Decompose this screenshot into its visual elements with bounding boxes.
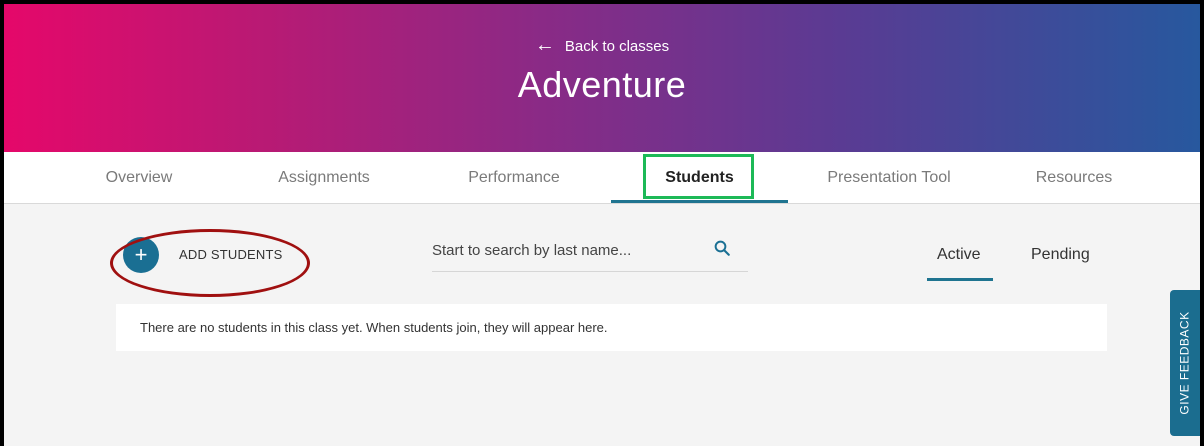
tab-active-students[interactable]: Active xyxy=(937,246,981,264)
give-feedback-label: GIVE FEEDBACK xyxy=(1178,311,1193,415)
search-input[interactable] xyxy=(432,236,702,264)
tab-overview[interactable]: Overview xyxy=(74,152,204,204)
class-header-banner: ← Back to classes Adventure xyxy=(4,4,1200,152)
annotation-circle xyxy=(110,229,310,297)
tab-assignments[interactable]: Assignments xyxy=(249,152,399,204)
app-frame: ← Back to classes Adventure Overview Ass… xyxy=(0,0,1204,446)
active-status-indicator xyxy=(927,278,993,281)
empty-state-message: There are no students in this class yet.… xyxy=(116,304,1107,351)
students-panel: + ADD STUDENTS Active Pending There are … xyxy=(4,204,1200,446)
back-link-label: Back to classes xyxy=(564,37,670,55)
tab-presentation-tool[interactable]: Presentation Tool xyxy=(794,152,984,204)
tab-pending-students[interactable]: Pending xyxy=(1031,246,1090,264)
give-feedback-button[interactable]: GIVE FEEDBACK xyxy=(1170,290,1200,436)
empty-state-text: There are no students in this class yet.… xyxy=(140,320,608,335)
class-nav-tabs: Overview Assignments Performance Student… xyxy=(4,152,1200,204)
back-to-classes-link[interactable]: ← Back to classes xyxy=(4,34,1200,56)
class-title: Adventure xyxy=(517,64,687,105)
arrow-left-icon: ← xyxy=(534,34,555,56)
tab-performance[interactable]: Performance xyxy=(439,152,589,204)
student-search xyxy=(432,236,748,272)
active-tab-indicator xyxy=(611,200,788,203)
students-tab-highlight-box xyxy=(643,154,754,199)
search-icon[interactable] xyxy=(713,239,731,257)
tab-resources[interactable]: Resources xyxy=(1004,152,1144,204)
